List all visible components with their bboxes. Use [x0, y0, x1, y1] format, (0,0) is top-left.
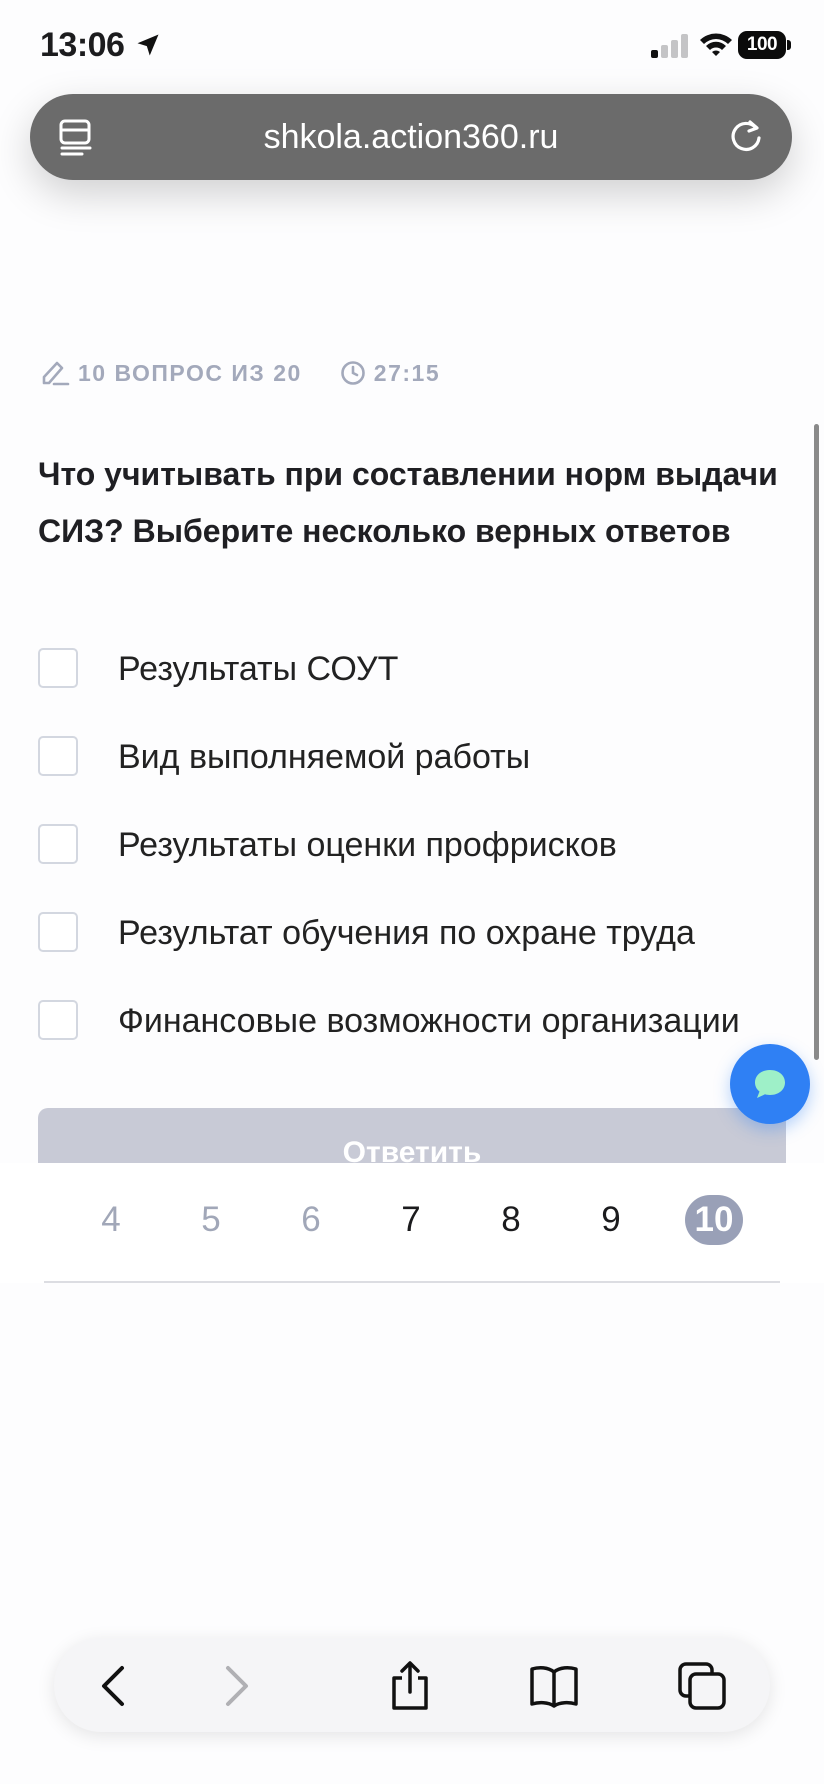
scrollbar[interactable] — [814, 424, 819, 1060]
answer-checkbox[interactable] — [38, 736, 78, 776]
cellular-signal-icon — [651, 34, 688, 58]
battery-indicator: 100 — [738, 31, 792, 59]
answer-option[interactable]: Результаты оценки профрисков — [38, 824, 808, 912]
question-progress: 10 ВОПРОС ИЗ 20 — [78, 359, 302, 386]
address-bar[interactable]: shkola.action360.ru — [30, 94, 792, 180]
page-10-current[interactable]: 10 — [685, 1195, 743, 1245]
question-text: Что учитывать при составлении норм выдач… — [38, 456, 778, 549]
timer: 27:15 — [373, 359, 441, 386]
answer-checkbox[interactable] — [38, 1000, 78, 1040]
share-icon[interactable] — [384, 1660, 436, 1712]
page-7[interactable]: 7 — [382, 1195, 440, 1245]
answer-checkbox[interactable] — [38, 648, 78, 688]
answer-checkbox[interactable] — [38, 912, 78, 952]
answer-option[interactable]: Результаты СОУТ — [38, 648, 808, 736]
clock-icon — [340, 361, 365, 385]
answer-label[interactable]: Финансовые возможности организации — [118, 1000, 740, 1042]
wifi-icon — [700, 33, 732, 56]
answer-options: Результаты СОУТ Вид выполняемой работы Р… — [38, 648, 808, 1088]
pen-icon — [42, 361, 70, 386]
battery-tip — [787, 40, 791, 50]
chat-bubble-icon — [755, 1070, 785, 1098]
answer-option[interactable]: Вид выполняемой работы — [38, 736, 808, 824]
forward-icon[interactable] — [208, 1660, 260, 1712]
page-9[interactable]: 9 — [582, 1195, 640, 1245]
page-6[interactable]: 6 — [282, 1195, 340, 1245]
tabs-icon[interactable] — [676, 1660, 728, 1712]
quiz-meta: 10 ВОПРОС ИЗ 20 27:15 — [40, 356, 440, 390]
status-time: 13:06 — [40, 26, 125, 64]
answer-label[interactable]: Вид выполняемой работы — [118, 736, 530, 778]
battery-level: 100 — [738, 31, 786, 59]
question-pagination: 4 5 6 7 8 9 10 — [0, 1163, 824, 1283]
page-8[interactable]: 8 — [482, 1195, 540, 1245]
answer-checkbox[interactable] — [38, 824, 78, 864]
back-icon[interactable] — [90, 1660, 142, 1712]
status-bar: 13:06 100 — [0, 0, 824, 92]
submit-button[interactable]: Ответить — [38, 1108, 786, 1168]
answer-label[interactable]: Результат обучения по охране труда — [118, 912, 695, 954]
answer-label[interactable]: Результаты оценки профрисков — [118, 824, 617, 866]
browser-toolbar — [54, 1638, 770, 1732]
answer-label[interactable]: Результаты СОУТ — [118, 648, 398, 690]
reload-icon[interactable] — [726, 116, 766, 156]
pagination-divider — [44, 1281, 780, 1283]
url-text[interactable]: shkola.action360.ru — [30, 118, 792, 157]
bookmarks-icon[interactable] — [528, 1660, 580, 1712]
chat-button[interactable] — [730, 1044, 810, 1124]
page-4[interactable]: 4 — [82, 1195, 140, 1245]
location-arrow-icon — [137, 34, 159, 56]
answer-option[interactable]: Финансовые возможности организации — [38, 1000, 808, 1088]
answer-option[interactable]: Результат обучения по охране труда — [38, 912, 808, 1000]
page-5[interactable]: 5 — [182, 1195, 240, 1245]
